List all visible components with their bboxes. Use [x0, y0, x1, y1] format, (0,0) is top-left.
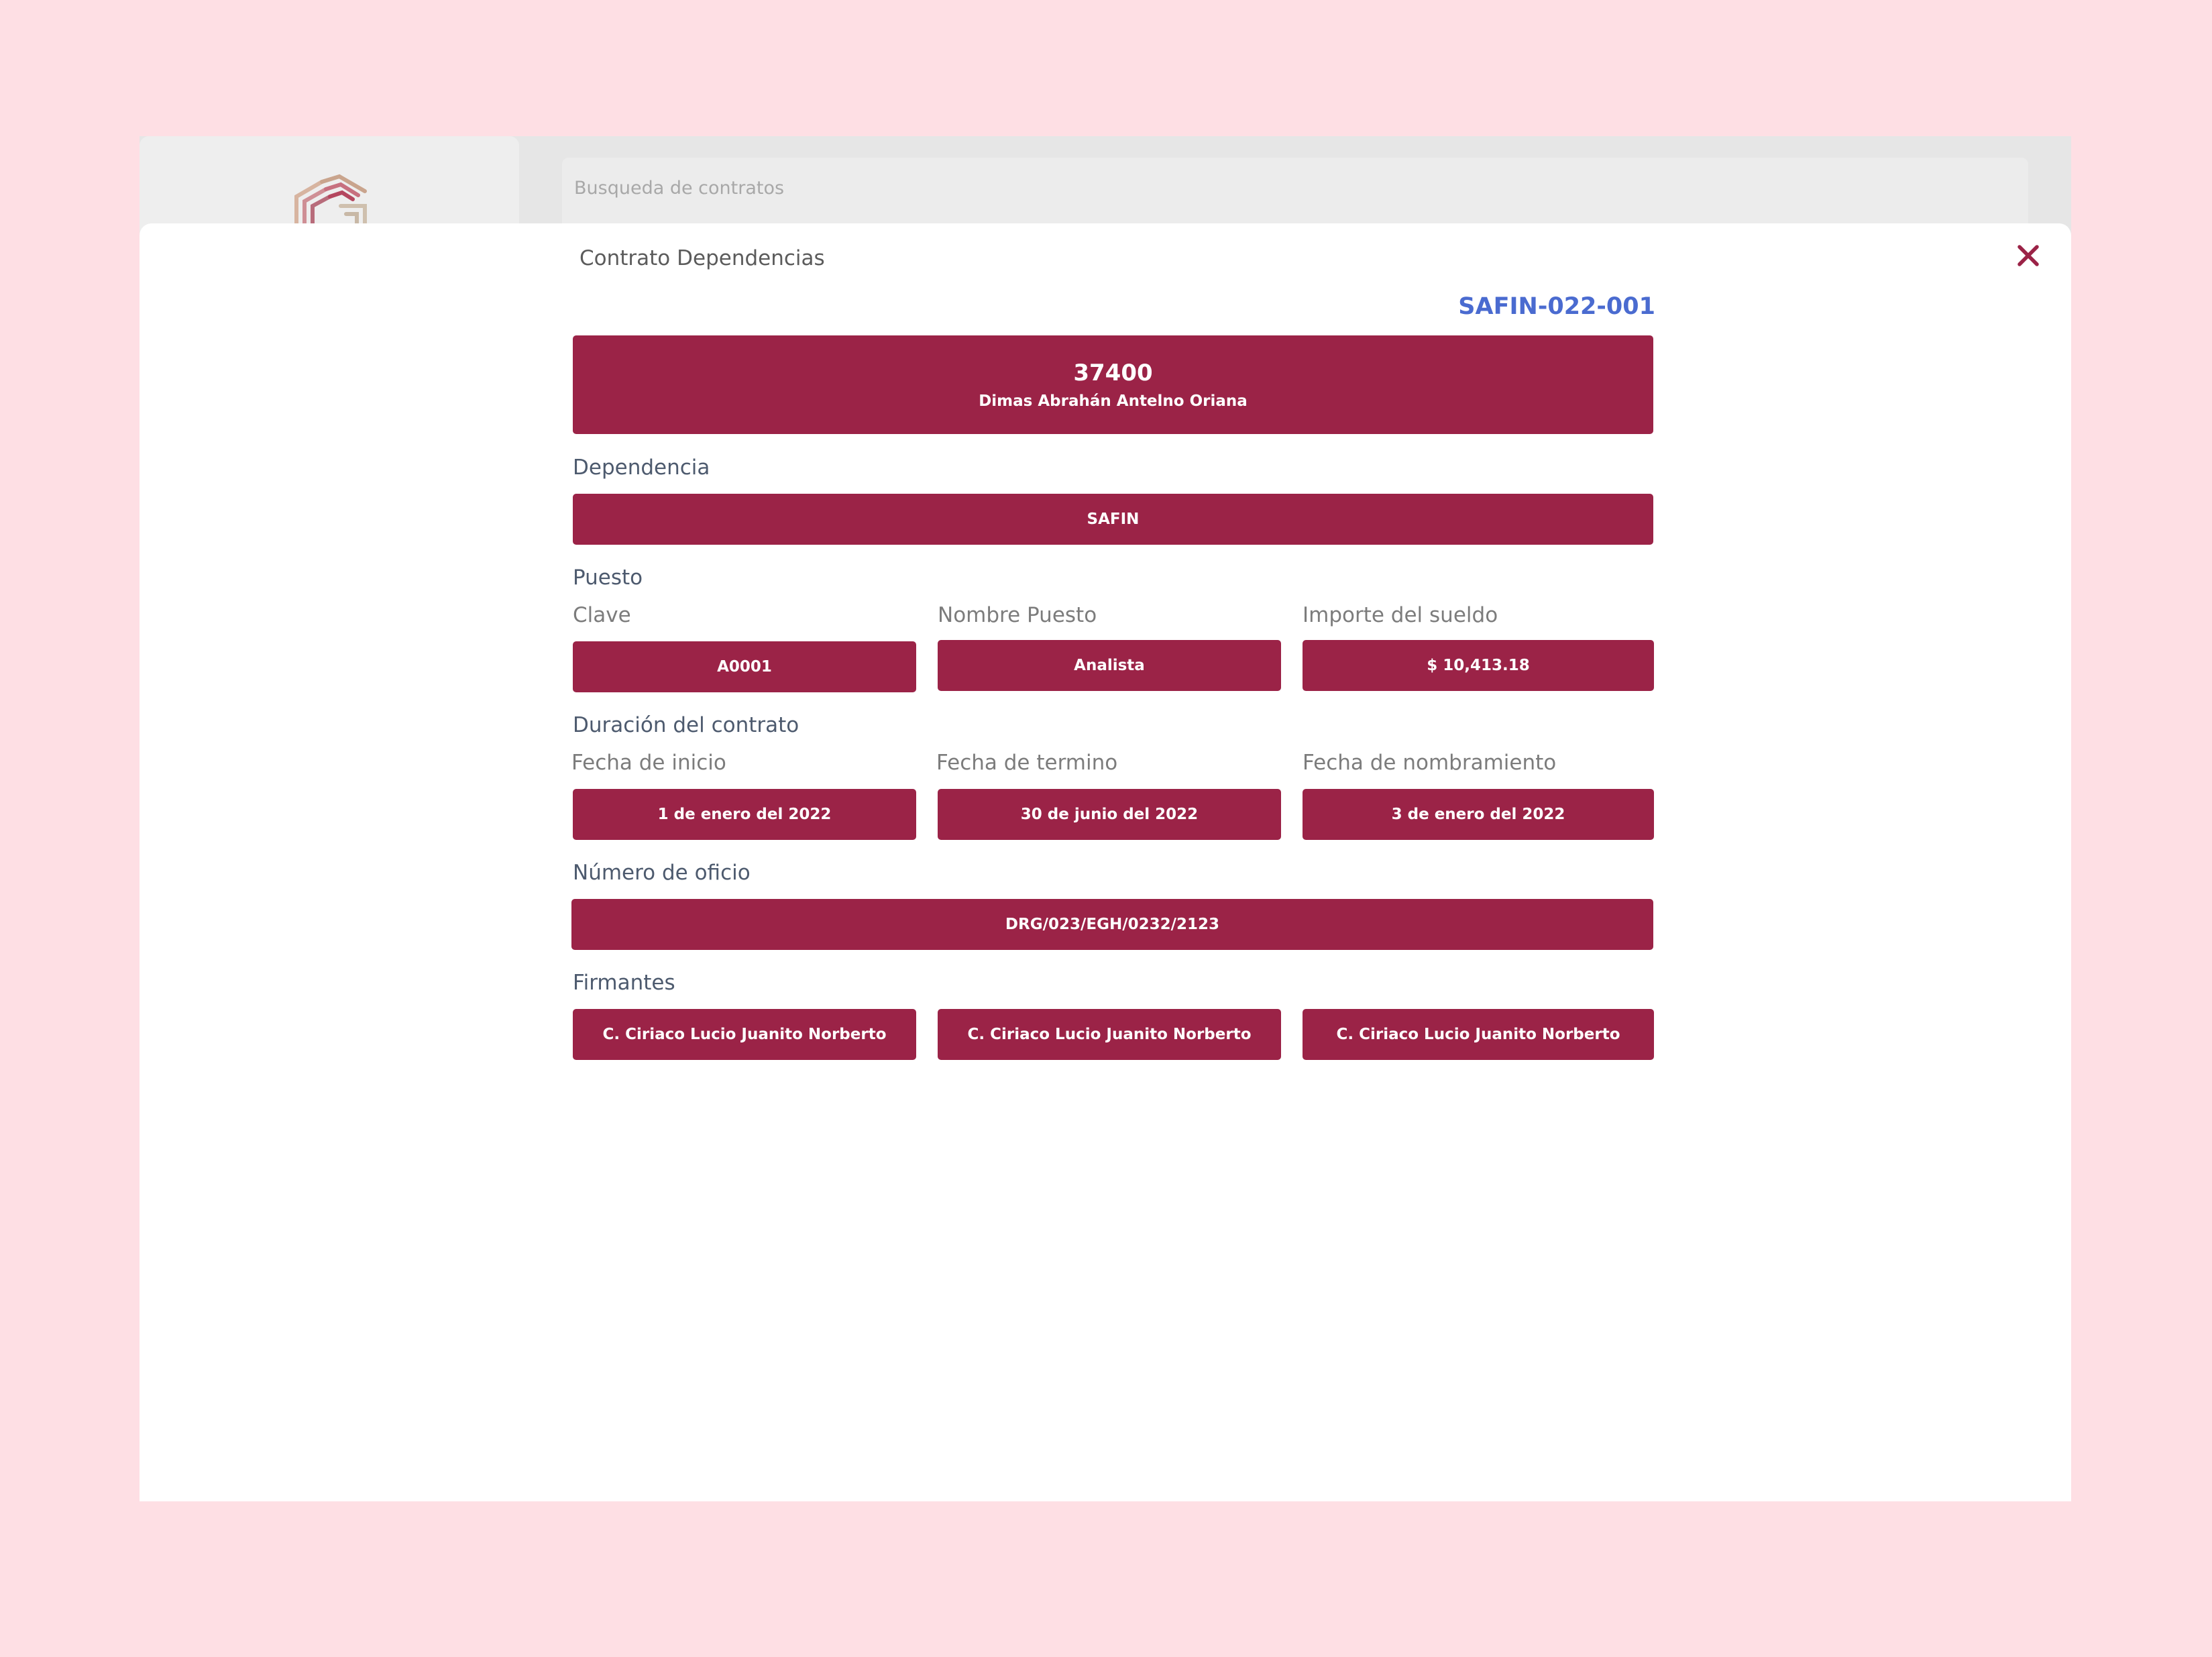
importe-sueldo-label: Importe del sueldo — [1303, 603, 1498, 627]
firmante-3: C. Ciriaco Lucio Juanito Norberto — [1303, 1009, 1654, 1060]
firmante-2: C. Ciriaco Lucio Juanito Norberto — [938, 1009, 1281, 1060]
numero-oficio-value: DRG/023/EGH/0232/2123 — [571, 899, 1653, 950]
firmante-1: C. Ciriaco Lucio Juanito Norberto — [573, 1009, 916, 1060]
fecha-termino-value: 30 de junio del 2022 — [938, 789, 1281, 840]
numero-oficio-label: Número de oficio — [573, 861, 751, 885]
fecha-inicio-label: Fecha de inicio — [571, 751, 726, 775]
contract-modal: Contrato Dependencias SAFIN-022-001 3740… — [140, 223, 2071, 1501]
fecha-nombramiento-value: 3 de enero del 2022 — [1303, 789, 1654, 840]
fecha-inicio-value: 1 de enero del 2022 — [573, 789, 916, 840]
modal-title: Contrato Dependencias — [579, 246, 825, 270]
fecha-nombramiento-label: Fecha de nombramiento — [1303, 751, 1557, 775]
importe-sueldo-value: $ 10,413.18 — [1303, 640, 1654, 691]
contract-id: SAFIN-022-001 — [1458, 293, 1655, 320]
close-icon[interactable] — [2011, 238, 2046, 273]
employee-number: 37400 — [1073, 360, 1153, 387]
fecha-termino-label: Fecha de termino — [936, 751, 1118, 775]
clave-label: Clave — [573, 603, 631, 627]
clave-value: A0001 — [573, 641, 916, 692]
dependencia-value: SAFIN — [573, 494, 1653, 545]
employee-name: Dimas Abrahán Antelno Oriana — [979, 392, 1248, 410]
nombre-puesto-label: Nombre Puesto — [938, 603, 1097, 627]
nombre-puesto-value: Analista — [938, 640, 1281, 691]
puesto-label: Puesto — [573, 566, 643, 590]
dependencia-label: Dependencia — [573, 456, 710, 480]
duracion-label: Duración del contrato — [573, 713, 799, 737]
employee-header: 37400 Dimas Abrahán Antelno Oriana — [573, 335, 1653, 434]
firmantes-label: Firmantes — [573, 971, 675, 995]
